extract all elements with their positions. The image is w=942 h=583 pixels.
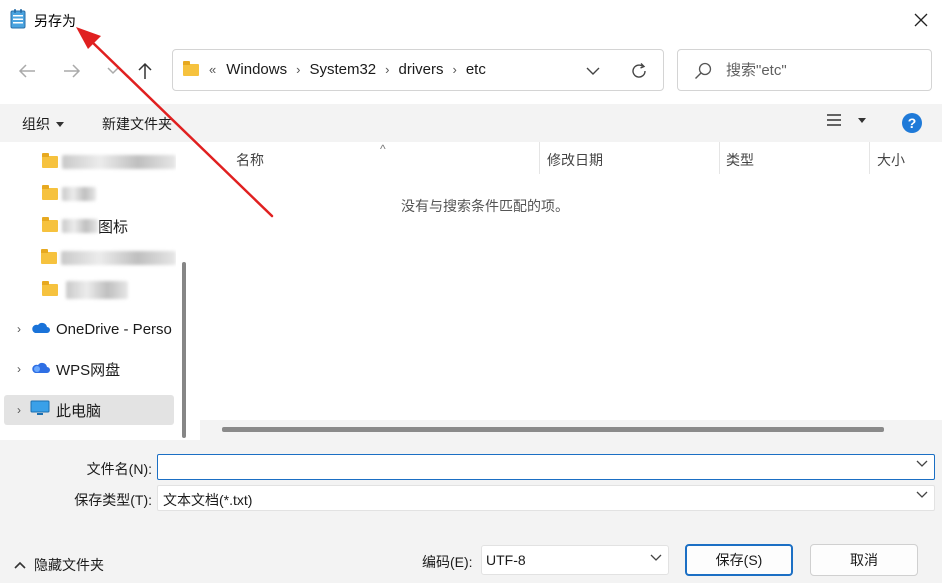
arrow-right-icon [64,64,81,78]
breadcrumb-item[interactable]: etc [466,61,486,78]
folder-icon [41,153,58,168]
notepad-icon [10,9,26,32]
view-options-button[interactable] [826,113,866,127]
nav-item-this-pc[interactable]: › 此电脑 [4,395,174,425]
folder-icon [42,185,58,200]
chevron-right-icon[interactable]: › [453,62,457,77]
sort-ascending-icon: ^ [380,142,386,156]
nav-item-folder[interactable] [0,275,176,305]
column-header-name[interactable]: 名称 [236,150,264,170]
nav-item-folder[interactable] [0,179,176,209]
chevron-right-icon[interactable]: › [8,322,30,336]
file-list[interactable]: ^ 名称 修改日期 类型 大小 没有与搜索条件匹配的项。 [200,142,942,440]
chevron-down-icon[interactable] [916,460,928,468]
close-icon [914,13,928,27]
column-divider[interactable] [539,142,540,174]
empty-message: 没有与搜索条件匹配的项。 [401,198,569,214]
close-button[interactable] [900,4,942,36]
column-header-date[interactable]: 修改日期 [547,150,603,170]
encoding-value: UTF-8 [486,552,526,568]
folder-icon [183,61,199,76]
folder-icon [41,249,57,264]
hide-folders-toggle[interactable]: 隐藏文件夹 [14,555,104,575]
arrow-left-icon [18,64,35,78]
chevron-down-icon [586,67,600,75]
encoding-label: 编码(E): [422,554,473,570]
up-button[interactable] [130,56,160,86]
address-bar[interactable]: « Windows › System32 › drivers › etc [172,49,664,91]
organize-button[interactable]: 组织 [22,114,64,134]
folder-icon [42,281,58,296]
nav-item-label: 此电脑 [56,402,102,420]
help-button[interactable]: ? [902,113,922,133]
hide-folders-label: 隐藏文件夹 [34,557,104,573]
nav-item-label [66,281,128,299]
nav-item-label [62,187,96,201]
column-divider[interactable] [719,142,720,174]
nav-item-onedrive[interactable]: › OneDrive - Perso [0,314,176,344]
command-bar: 组织 新建文件夹 ? [0,104,942,142]
encoding-select[interactable]: UTF-8 [481,545,669,575]
wps-cloud-icon [30,361,56,378]
filetype-select[interactable]: 文本文档(*.txt) [157,485,935,511]
arrow-up-icon [138,62,152,79]
window-title: 另存为 [34,13,76,29]
horizontal-scrollbar-thumb[interactable] [222,427,884,432]
chevron-down-icon [916,491,928,498]
column-divider[interactable] [869,142,870,174]
column-header-size[interactable]: 大小 [877,150,905,170]
list-view-icon [827,114,841,126]
chevron-up-icon [14,561,26,569]
blurred-text [62,219,98,233]
chevron-right-icon[interactable]: › [296,62,300,77]
folder-icon [42,217,58,232]
title-bar: 另存为 [0,0,942,40]
new-folder-button[interactable]: 新建文件夹 [102,114,172,134]
recent-locations-button[interactable] [98,56,128,86]
nav-item-label [61,155,176,169]
save-button[interactable]: 保存(S) [685,544,793,576]
navigation-pane[interactable]: 图标 › OneDrive - Perso › WPS网盘 › 此电脑 [0,142,196,440]
breadcrumb-overflow[interactable]: « [209,62,216,77]
nav-item-folder[interactable] [0,243,176,273]
forward-button[interactable] [57,56,87,86]
address-dropdown-button[interactable] [581,60,605,82]
breadcrumb-item[interactable]: drivers [398,61,443,78]
chevron-right-icon[interactable]: › [385,62,389,77]
refresh-icon [632,63,646,78]
breadcrumb: « Windows › System32 › drivers › etc [209,61,486,78]
chevron-right-icon[interactable]: › [8,362,30,376]
search-input[interactable] [726,60,921,80]
monitor-icon [30,400,56,420]
breadcrumb-item[interactable]: System32 [309,61,376,78]
nav-item-label: 图标 [98,218,129,236]
nav-scrollbar-thumb[interactable] [182,262,186,438]
caret-down-icon [56,121,64,127]
column-header-type[interactable]: 类型 [726,150,754,170]
caret-down-icon [858,117,866,123]
chevron-down-icon [650,554,662,561]
chevron-down-icon [107,67,119,75]
filename-input[interactable] [164,458,908,478]
nav-item-wps[interactable]: › WPS网盘 [0,354,176,384]
filetype-label: 保存类型(T): [74,492,152,508]
nav-item-folder[interactable] [0,147,176,177]
search-box[interactable] [677,49,932,91]
nav-item-label [60,251,176,265]
nav-item-label: OneDrive - Perso [56,320,172,338]
filename-label: 文件名(N): [86,461,152,477]
refresh-button[interactable] [625,59,653,83]
chevron-right-icon[interactable]: › [8,403,30,417]
cancel-button[interactable]: 取消 [810,544,918,576]
filename-combobox[interactable] [157,454,935,480]
onedrive-cloud-icon [30,321,56,338]
breadcrumb-item[interactable]: Windows [226,61,287,78]
search-icon [694,62,712,83]
nav-item-folder[interactable]: 图标 [0,211,176,241]
nav-item-label: WPS网盘 [56,361,121,379]
back-button[interactable] [12,56,42,86]
save-options-panel: 文件名(N): 保存类型(T): 文本文档(*.txt) 隐藏文件夹 编码(E)… [0,440,942,583]
filetype-value: 文本文档(*.txt) [163,492,253,508]
organize-label: 组织 [22,116,50,132]
